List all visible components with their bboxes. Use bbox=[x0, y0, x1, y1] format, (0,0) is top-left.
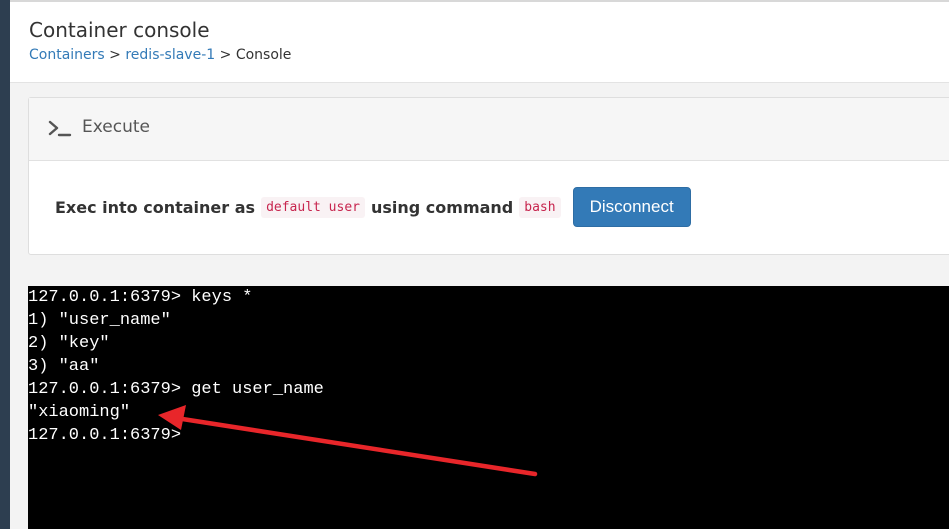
user-code: default user bbox=[261, 196, 365, 218]
command-code: bash bbox=[519, 196, 561, 218]
breadcrumb-separator: > bbox=[215, 47, 236, 63]
exec-line: Exec into container as default user usin… bbox=[55, 187, 691, 227]
terminal-line: 127.0.0.1:6379> bbox=[28, 426, 182, 445]
terminal-line: 1) "user_name" bbox=[28, 311, 171, 330]
page: Container console Containers > redis-sla… bbox=[0, 0, 949, 529]
breadcrumb-current: Console bbox=[235, 47, 292, 63]
terminal-line: 2) "key" bbox=[28, 334, 110, 353]
widget-title: Execute bbox=[82, 117, 150, 137]
terminal-console[interactable]: 127.0.0.1:6379> keys * 1) "user_name" 2)… bbox=[28, 286, 949, 529]
breadcrumb: Containers > redis-slave-1 > Console bbox=[29, 47, 291, 63]
terminal-line: 127.0.0.1:6379> get user_name bbox=[28, 380, 324, 399]
exec-middle-text: using command bbox=[370, 197, 514, 217]
widget-body: Exec into container as default user usin… bbox=[29, 161, 949, 254]
terminal-line: 3) "aa" bbox=[28, 357, 100, 376]
page-title: Container console bbox=[29, 18, 210, 42]
widget-header: Execute bbox=[29, 98, 949, 161]
terminal-output: 127.0.0.1:6379> keys * 1) "user_name" 2)… bbox=[28, 286, 324, 447]
page-header: Container console Containers > redis-sla… bbox=[10, 2, 949, 83]
exec-prefix-text: Exec into container as bbox=[55, 197, 256, 217]
breadcrumb-container-link[interactable]: redis-slave-1 bbox=[125, 47, 215, 63]
terminal-line: "xiaoming" bbox=[28, 403, 131, 422]
sidebar-edge bbox=[0, 0, 10, 529]
terminal-line: 127.0.0.1:6379> keys * bbox=[28, 288, 253, 307]
breadcrumb-separator: > bbox=[104, 47, 126, 63]
disconnect-button[interactable]: Disconnect bbox=[572, 187, 691, 227]
execute-widget: Execute Exec into container as default u… bbox=[28, 97, 949, 255]
terminal-icon bbox=[48, 120, 72, 137]
main-content: Execute Exec into container as default u… bbox=[10, 83, 949, 529]
breadcrumb-containers-link[interactable]: Containers bbox=[29, 47, 105, 63]
